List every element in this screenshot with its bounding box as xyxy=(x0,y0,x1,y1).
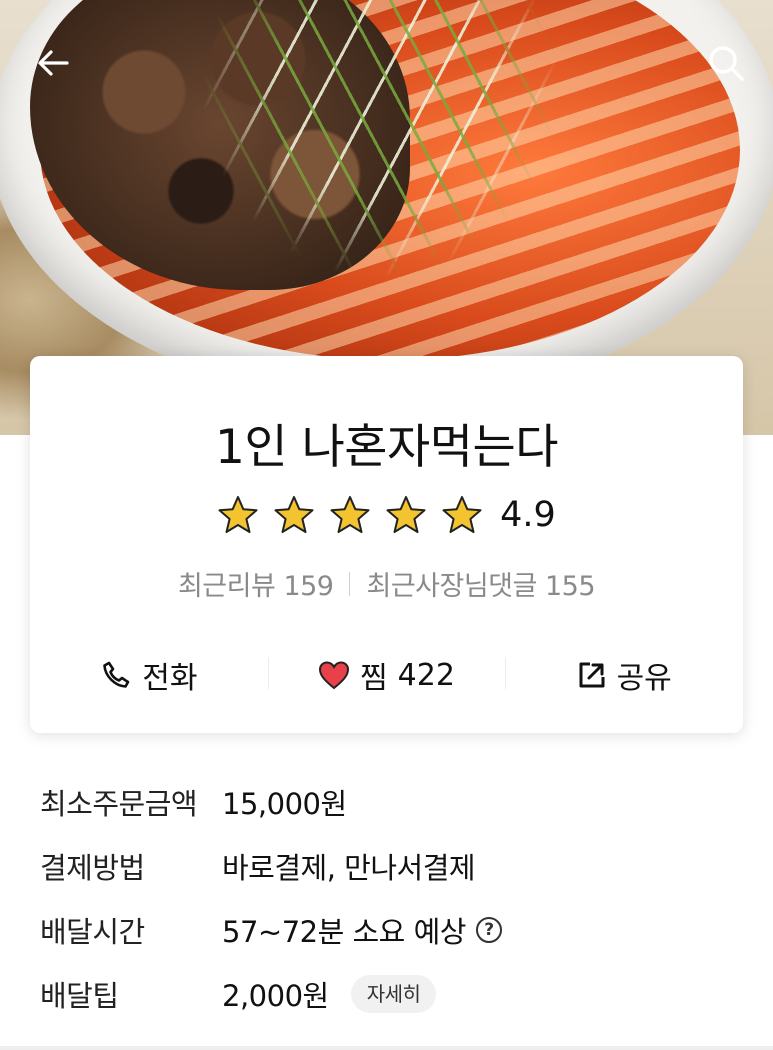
delivery-tip-value-group: 2,000원 자세히 xyxy=(222,973,437,1015)
detail-label: 최소주문금액 xyxy=(40,787,198,821)
detail-label: 결제방법 xyxy=(40,851,145,885)
review-stats: 최근리뷰 159 최근사장님댓글 155 xyxy=(30,564,743,603)
rating-row: 4.9 xyxy=(30,494,743,536)
delivery-tip-detail-button[interactable]: 자세히 xyxy=(350,975,437,1013)
owner-replies-label: 최근사장님댓글 xyxy=(366,571,537,602)
search-button[interactable] xyxy=(701,38,751,88)
star-icon xyxy=(274,496,314,533)
min-order-row: 최소주문금액 15,000원 xyxy=(40,770,740,834)
detail-label: 배달팁 xyxy=(40,979,119,1013)
arrow-left-icon xyxy=(38,50,69,76)
store-name: 1인 나혼자먹는다 xyxy=(214,420,559,475)
recent-reviews-label: 최근리뷰 xyxy=(177,571,276,602)
delivery-time-row: 배달시간 57~72분 소요 예상 ? xyxy=(40,898,740,962)
star-icon xyxy=(442,496,482,533)
call-label: 전화 xyxy=(142,661,198,696)
review-divider xyxy=(349,571,351,596)
rating-value: 4.9 xyxy=(500,495,556,535)
detail-value: 57~72분 소요 예상 xyxy=(222,915,466,949)
back-button[interactable] xyxy=(28,38,78,88)
detail-value: 2,000원 xyxy=(222,979,329,1013)
heart-icon xyxy=(319,661,350,690)
share-icon xyxy=(579,662,605,688)
store-info-card: 1인 나혼자먹는다 4.9 최근리뷰 159 최근사장님댓글 155 전화 찜 … xyxy=(30,356,743,733)
favorite-count: 422 xyxy=(397,657,455,693)
star-icon xyxy=(330,496,370,533)
payment-method-row: 결제방법 바로결제, 만나서결제 xyxy=(40,834,740,898)
detail-value: 바로결제, 만나서결제 xyxy=(222,851,476,885)
question-circle-icon[interactable]: ? xyxy=(475,917,502,943)
recent-reviews-count: 159 xyxy=(283,571,334,602)
section-divider xyxy=(0,1046,773,1050)
share-label: 공유 xyxy=(616,661,672,696)
favorite-label: 찜 xyxy=(360,661,388,696)
search-icon xyxy=(709,46,744,81)
delivery-time-value-group: 57~72분 소요 예상 ? xyxy=(222,909,502,951)
green-onion-shape xyxy=(200,0,560,280)
store-details: 최소주문금액 15,000원 결제방법 바로결제, 만나서결제 배달시간 57~… xyxy=(40,770,740,1026)
action-bar: 전화 찜 422 공유 xyxy=(30,654,743,696)
favorite-button[interactable]: 찜 422 xyxy=(267,653,506,697)
call-button[interactable]: 전화 xyxy=(30,653,268,697)
owner-replies[interactable]: 최근사장님댓글 155 xyxy=(366,564,595,603)
detail-label: 배달시간 xyxy=(40,915,145,949)
star-icon xyxy=(218,496,258,533)
delivery-tip-row: 배달팁 2,000원 자세히 xyxy=(40,962,740,1026)
recent-reviews[interactable]: 최근리뷰 159 xyxy=(178,564,334,603)
star-rating xyxy=(217,494,483,536)
star-icon xyxy=(386,496,426,533)
detail-value: 15,000원 xyxy=(222,787,347,821)
share-button[interactable]: 공유 xyxy=(505,653,743,697)
phone-icon xyxy=(103,661,130,688)
owner-replies-count: 155 xyxy=(544,571,596,602)
